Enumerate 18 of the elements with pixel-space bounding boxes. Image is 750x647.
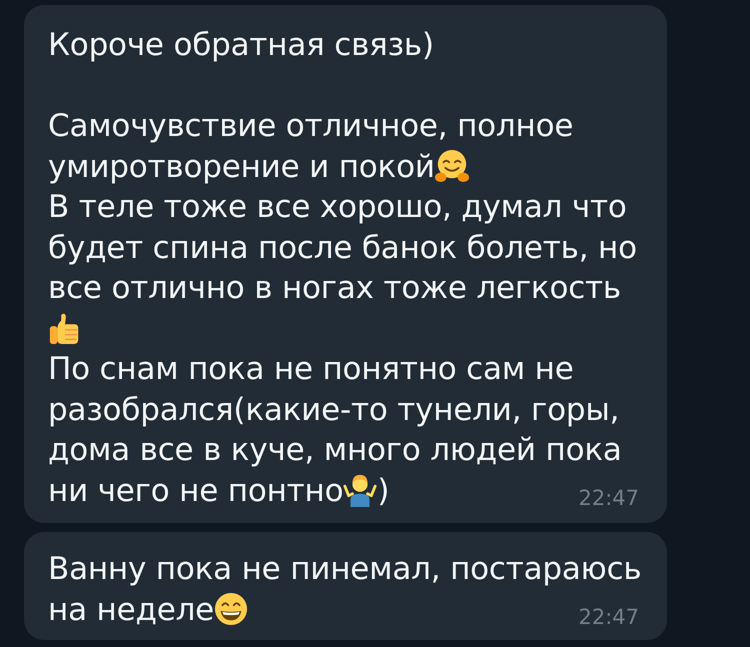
message-text: умиротворение и покой	[48, 148, 435, 184]
hugging-face-icon	[434, 148, 469, 182]
shrugging-person-icon	[343, 472, 378, 506]
message-text: В теле тоже все хорошо, думал что	[48, 189, 627, 225]
message-text: все отлично в ногах тоже легкость	[48, 270, 621, 306]
message-text: на неделе	[48, 592, 214, 628]
message-text: Самочувствие отличное, полное	[48, 108, 574, 144]
message-text: )	[377, 472, 390, 508]
message-text: разобрался(какие-то тунели, горы,	[48, 392, 620, 428]
grinning-face-icon	[214, 592, 248, 626]
message-text: По снам пока не понятно сам не	[48, 351, 574, 387]
message-text: будет спина после банок болеть, но	[48, 230, 637, 266]
message-text: дома все в куче, много людей пока	[48, 432, 622, 468]
message-text: Короче обратная связь)	[48, 27, 434, 63]
message-text: Ванну пока не пинемал, постараюсь	[48, 551, 642, 587]
message-text: ни чего не понтно	[48, 472, 344, 508]
message-time: 22:47	[578, 604, 639, 630]
message-time: 22:47	[578, 485, 639, 511]
